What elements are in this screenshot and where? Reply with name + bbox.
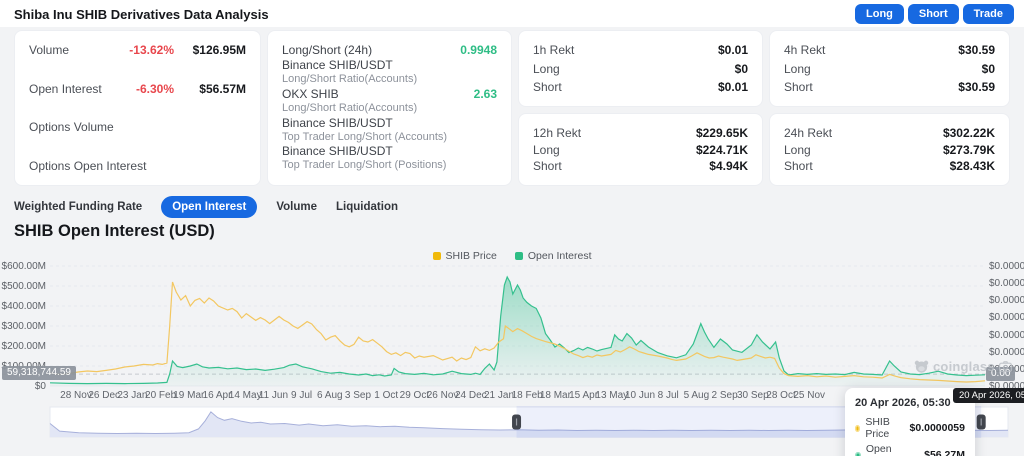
stat-row-options-open-interest: Options Open Interest [29,159,246,173]
tab-volume[interactable]: Volume [276,201,317,213]
tooltip-value: $56.27M [924,449,965,456]
stat-change: -13.62% [129,43,174,57]
rekt-card-4h: 4h Rekt $30.59 Long $0 Short $30.59 [769,30,1010,107]
rekt-card-24h: 24h Rekt $302.22K Long $273.79K Short $28.4… [769,113,1010,186]
tooltip-row-open-interest: Open Interest $56.27M [855,443,965,456]
rekt-title: 4h Rekt [784,43,826,57]
stat-label: Volume [29,43,70,57]
rekt-short-label: Short [784,159,813,173]
rekt-total: $302.22K [942,126,995,140]
rekt-total: $229.65K [695,126,748,140]
y-axis-label-right: $0.0000 [989,295,1024,307]
rekt-total: $0.01 [717,43,748,57]
ratio-row-24h: Long/Short (24h) 0.9948 [282,43,497,58]
rekt-title: 24h Rekt [784,126,833,140]
camera-icon[interactable] [998,361,1012,372]
stat-row-open-interest: Open Interest -6.30% $56.57M [29,82,246,96]
rekt-title: 12h Rekt [533,126,582,140]
ratio-title: Binance SHIB/USDT [282,115,393,130]
ratio-subtitle: Top Trader Long/Short (Positions) [282,159,447,172]
y-axis-label-right: $0.0000 [989,312,1024,324]
ratio-title: Long/Short (24h) [282,43,373,57]
y-axis-label-right: $0.0000 [989,346,1024,358]
tab-liquidation[interactable]: Liquidation [336,201,398,213]
stat-row-options-volume: Options Volume [29,120,246,134]
watermark-text: coinglass [933,359,995,374]
page-title: Shiba Inu SHIB Derivatives Data Analysis [14,7,269,22]
stat-label: Options Open Interest [29,158,147,173]
tab-weighted-funding-rate[interactable]: Weighted Funding Rate [14,201,142,213]
x-axis-label: 25 Nov [793,390,826,401]
rekt-short-value: $4.94K [709,159,748,173]
ratio-title: Binance SHIB/USDT [282,58,393,72]
stat-label: Options Volume [29,120,114,135]
tooltip-label: Open Interest [865,443,901,456]
rekt-title: 1h Rekt [533,43,575,57]
rekt-short-label: Short [533,159,562,173]
current-open-interest-badge: 59,318,744.59 [2,366,76,380]
ratio-row-top-trader-positions: Binance SHIB/USDT Top Trader Long/Short (… [282,144,497,173]
ratio-row-binance-accounts: Binance SHIB/USDT Long/Short Ratio(Accoun… [282,58,497,87]
trade-button[interactable]: Trade [962,4,1014,24]
y-axis-label-right: $0.0000 [989,278,1024,290]
open-interest-area [50,277,985,386]
open-interest-dot-icon [855,451,861,456]
tooltip-date: 20 Apr 2026, 05:30 [855,397,951,409]
ratio-subtitle: Long/Short Ratio(Accounts) [282,73,418,85]
ratio-value: 2.63 [473,86,497,101]
ratio-row-okx-accounts: OKX SHIB Long/Short Ratio(Accounts) 2.63 [282,87,497,116]
rekt-long-value: $273.79K [942,142,995,157]
rekt-short-value: $0.01 [717,80,748,94]
y-axis-label-left: $400.00M [1,301,46,312]
long-short-ratio-card: Long/Short (24h) 0.9948 Binance SHIB/USD… [267,30,512,186]
y-axis-label-right: $0.0000 [989,329,1024,341]
ratio-title: Binance SHIB/USDT [282,144,393,159]
stat-value: $56.57M [199,81,246,96]
rekt-card-1h: 1h Rekt $0.01 Long $0 Short $0.01 [518,30,763,107]
chart-tabs: Weighted Funding Rate Open Interest Volu… [14,196,398,218]
chart-title: SHIB Open Interest (USD) [14,222,215,240]
rekt-long-label: Long [784,142,811,157]
rekt-long-value: $0 [734,61,748,76]
rekt-card-12h: 12h Rekt $229.65K Long $224.71K Short $4.94… [518,113,763,186]
stat-row-volume: Volume -13.62% $126.95M [29,43,246,57]
market-stats-card: Volume -13.62% $126.95M Open Interest -6… [14,30,261,186]
ratio-subtitle: Long/Short Ratio(Accounts) [282,101,418,114]
rekt-total: $30.59 [958,43,995,57]
rekt-short-label: Short [784,80,813,94]
rekt-short-label: Short [533,80,562,94]
y-axis-label-left: $300.00M [1,321,46,332]
coinglass-logo-icon [914,360,929,373]
rekt-long-value: $0 [981,61,995,76]
y-axis-label-left: $200.00M [1,341,46,352]
rekt-long-value: $224.71K [695,142,748,157]
ratio-title: OKX SHIB [282,86,339,101]
long-button[interactable]: Long [855,4,904,24]
tooltip-value: $0.0000059 [909,422,965,434]
short-button[interactable]: Short [907,4,959,24]
ratio-subtitle: Top Trader Long/Short (Accounts) [282,130,448,143]
top-actions: Long Short Trade [855,4,1014,24]
y-axis-label-right: $0.0000 [989,261,1024,272]
rekt-long-label: Long [533,142,560,157]
tab-open-interest[interactable]: Open Interest [161,196,258,218]
stat-change: -6.30% [135,81,174,96]
stat-label: Open Interest [29,81,102,96]
tooltip-row-price: SHIB Price $0.0000059 [855,416,965,440]
rekt-short-value: $28.43K [949,159,995,173]
rekt-long-label: Long [784,61,811,76]
shib-price-dot-icon [855,424,861,432]
coinglass-watermark: coinglass [914,359,1012,374]
ratio-row-top-trader-accounts: Binance SHIB/USDT Top Trader Long/Short (… [282,116,497,145]
y-axis-label-left: $600.00M [1,261,46,272]
ratio-value: 0.9948 [460,43,497,57]
rekt-short-value: $30.59 [958,80,995,94]
y-axis-label-left: $0 [34,381,46,392]
rekt-long-label: Long [533,61,560,76]
y-axis-label-left: $500.00M [1,281,46,292]
crosshair-date-badge: 20 Apr 2026, 05:30 [953,388,1024,403]
stat-value: $126.95M [192,43,246,57]
tooltip-label: SHIB Price [865,416,890,440]
